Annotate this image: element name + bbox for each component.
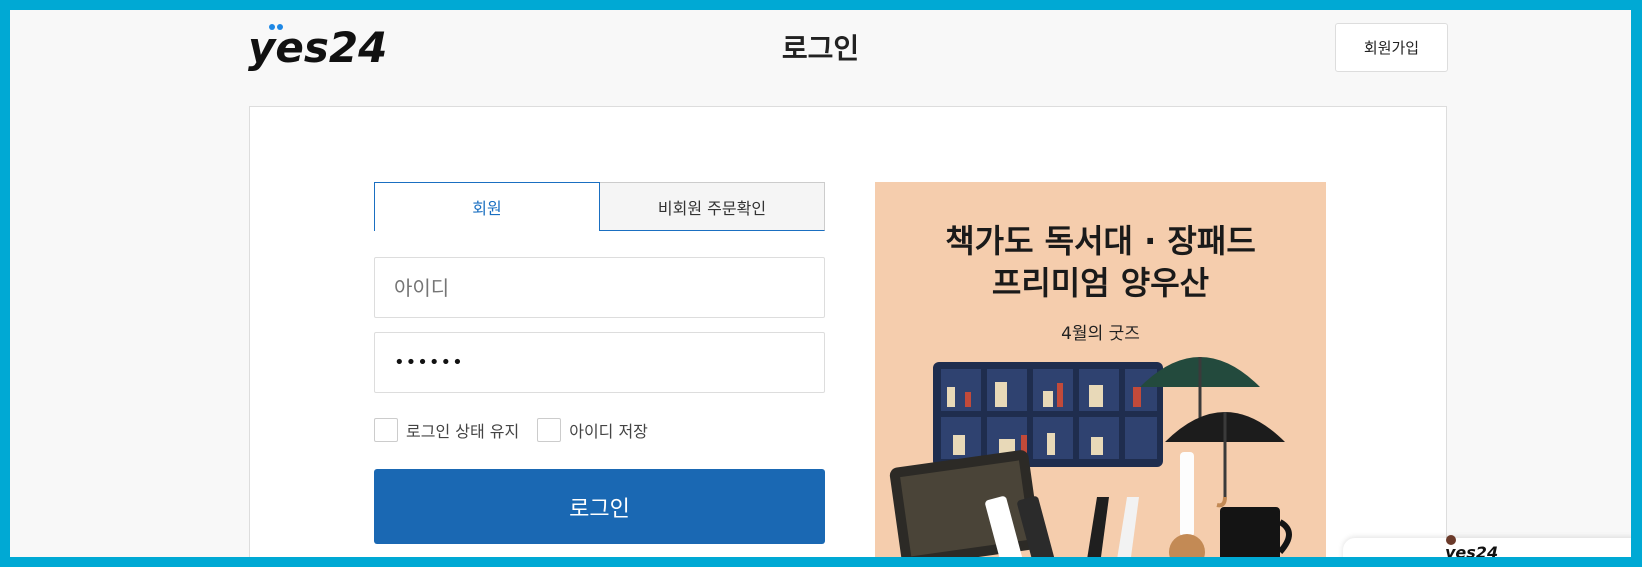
floating-widget[interactable]: yes24: [1343, 535, 1631, 557]
login-card: 회원 비회원 주문확인 •••••• 로그인 상태 유지 아이디 저장 로그: [249, 106, 1447, 557]
keep-login-option[interactable]: 로그인 상태 유지: [374, 418, 519, 442]
promo-banner[interactable]: 책가도 독서대 · 장패드 프리미엄 양우산 4월의 굿즈: [875, 182, 1326, 557]
save-id-option[interactable]: 아이디 저장: [537, 418, 648, 442]
password-field[interactable]: ••••••: [374, 332, 825, 393]
banner-subtitle: 4월의 굿즈: [1061, 324, 1140, 344]
keep-login-label: 로그인 상태 유지: [406, 422, 520, 441]
tab-guest-order-check[interactable]: 비회원 주문확인: [600, 182, 825, 231]
page-viewport: yes24 로그인 회원가입 회원 비회원 주문확인 •••••• 로그인 상태…: [10, 10, 1631, 557]
keep-login-checkbox[interactable]: [374, 418, 398, 442]
save-id-label: 아이디 저장: [569, 422, 648, 441]
id-input[interactable]: [394, 275, 824, 300]
banner-title: 책가도 독서대 · 장패드 프리미엄 양우산: [875, 220, 1326, 304]
tab-member[interactable]: 회원: [374, 182, 600, 231]
banner-title-line2: 프리미엄 양우산: [991, 264, 1210, 302]
signup-button[interactable]: 회원가입: [1335, 23, 1448, 72]
goods-illustration: [889, 357, 1292, 557]
login-panel: 회원 비회원 주문확인 •••••• 로그인 상태 유지 아이디 저장 로그: [374, 182, 825, 544]
login-tabs: 회원 비회원 주문확인: [374, 182, 825, 231]
banner-title-line1: 책가도 독서대 · 장패드: [945, 222, 1256, 260]
password-value: ••••••: [394, 352, 464, 373]
svg-text:yes24: yes24: [1445, 543, 1498, 557]
id-field[interactable]: [374, 257, 825, 318]
login-submit-button[interactable]: 로그인: [374, 469, 825, 544]
login-options: 로그인 상태 유지 아이디 저장: [374, 417, 825, 443]
yes24-mini-logo: yes24: [1445, 535, 1498, 557]
save-id-checkbox[interactable]: [537, 418, 562, 442]
header: yes24 로그인 회원가입: [10, 10, 1631, 110]
